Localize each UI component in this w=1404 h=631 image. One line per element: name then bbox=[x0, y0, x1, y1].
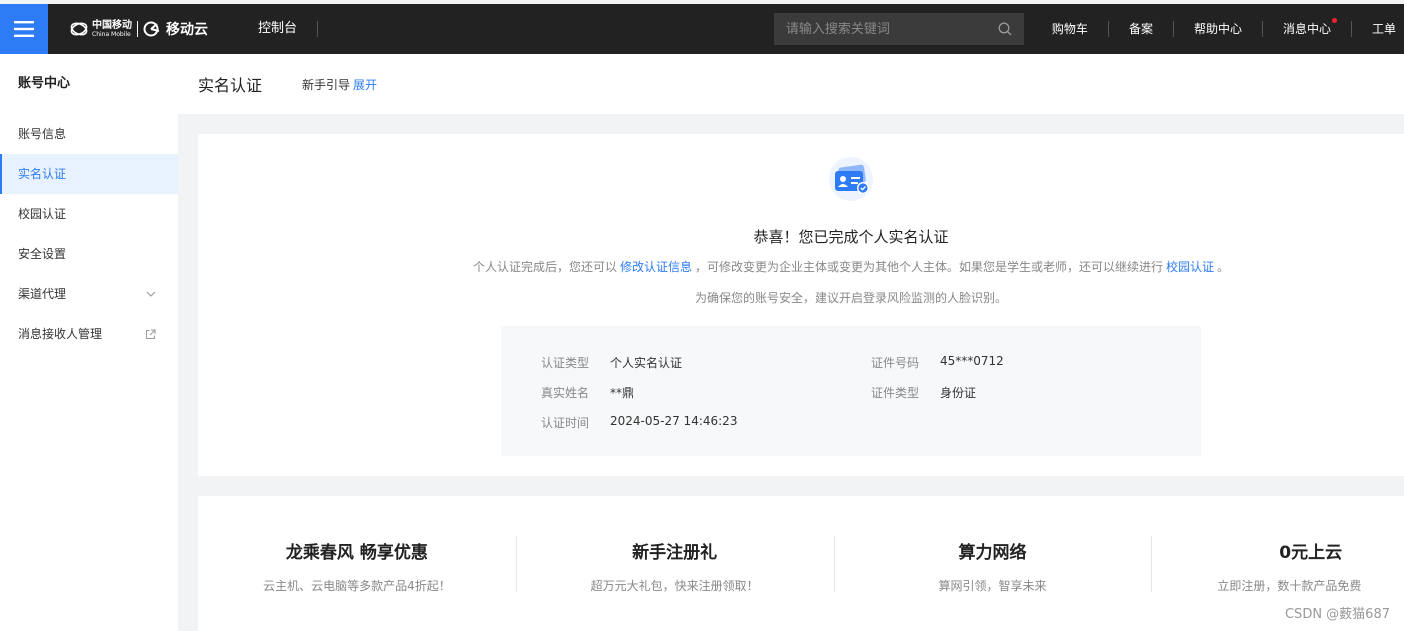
promo-banner: 龙乘春风 畅享优惠 云主机、云电脑等多款产品4折起！ 新手注册礼 超万元大礼包，… bbox=[198, 496, 1404, 631]
sidebar-item-label: 消息接收人管理 bbox=[18, 327, 103, 341]
auth-type-row: 认证类型 个人实名认证 bbox=[541, 354, 682, 371]
external-link-icon bbox=[146, 329, 156, 339]
promo-title: 龙乘春风 畅享优惠 bbox=[285, 543, 428, 563]
promo-subtitle: 立即注册，数十款产品免费 bbox=[1217, 579, 1362, 592]
promo-zero-cost-cloud[interactable]: 0元上云 立即注册，数十款产品免费 bbox=[1151, 536, 1404, 592]
id-type-label: 证件类型 bbox=[871, 386, 920, 400]
page-title: 实名认证 bbox=[198, 76, 263, 95]
mobile-cloud-logo-icon bbox=[143, 21, 160, 37]
auth-time-value: 2024-05-27 14:46:23 bbox=[610, 414, 738, 428]
search-box bbox=[773, 13, 1024, 45]
desc-text: ，可修改变更为企业主体或变更为其他个人主体。如果您是学生或老师，还可以继续进行 bbox=[694, 260, 1163, 274]
brand-name-cn: 中国移动 bbox=[92, 19, 132, 31]
promo-new-user-gift[interactable]: 新手注册礼 超万元大礼包，快来注册领取！ bbox=[515, 536, 834, 593]
sidebar-item-label: 安全设置 bbox=[18, 247, 67, 261]
id-type-value: 身份证 bbox=[940, 386, 977, 400]
product-name: 移动云 bbox=[166, 22, 208, 38]
sidebar-item-real-name-auth[interactable]: 实名认证 bbox=[0, 154, 178, 194]
auth-time-label: 认证时间 bbox=[541, 416, 590, 430]
security-tip: 为确保您的账号安全，建议开启登录风险监测的人脸识别。 bbox=[694, 291, 1007, 305]
brand-name-en: China Mobile bbox=[92, 30, 131, 38]
top-nav-links: 购物车 备案 帮助中心 消息中心 工单 bbox=[1032, 18, 1404, 37]
auth-type-value: 个人实名认证 bbox=[610, 356, 683, 370]
guide-expand-link[interactable]: 展开 bbox=[353, 78, 377, 92]
ticket-link[interactable]: 工单 bbox=[1352, 21, 1404, 37]
sidebar: 账号中心 账号信息 实名认证 校园认证 安全设置 渠道代理 消息接收人管理 bbox=[0, 54, 178, 631]
success-title: 恭喜！您已完成个人实名认证 bbox=[753, 228, 949, 246]
desc-text: 。 bbox=[1217, 260, 1230, 274]
guide-label: 新手引导 bbox=[302, 77, 351, 92]
message-center-label: 消息中心 bbox=[1282, 22, 1331, 36]
search-icon[interactable] bbox=[998, 22, 1012, 36]
sidebar-title: 账号中心 bbox=[18, 76, 71, 91]
filing-link[interactable]: 备案 bbox=[1109, 21, 1174, 37]
sidebar-item-label: 账号信息 bbox=[18, 127, 67, 141]
page-header: 实名认证 新手引导 展开 bbox=[178, 54, 1404, 114]
id-number-row: 证件号码 45***0712 bbox=[871, 354, 1004, 371]
sidebar-item-message-recipients[interactable]: 消息接收人管理 bbox=[0, 314, 178, 354]
chevron-down-icon bbox=[146, 291, 156, 297]
sidebar-item-campus-auth[interactable]: 校园认证 bbox=[0, 194, 178, 234]
auth-info-panel: 认证类型 个人实名认证 证件号码 45***0712 真实姓名 **鼎 证件类型… bbox=[501, 326, 1201, 456]
brand-divider bbox=[137, 21, 138, 37]
campus-auth-link[interactable]: 校园认证 bbox=[1166, 260, 1214, 274]
auth-time-row: 认证时间 2024-05-27 14:46:23 bbox=[541, 414, 737, 431]
beginner-guide: 新手引导 展开 bbox=[302, 76, 377, 93]
id-number-label: 证件号码 bbox=[871, 356, 920, 370]
console-link[interactable]: 控制台 bbox=[258, 21, 319, 37]
promo-title: 算力网络 bbox=[958, 543, 1027, 563]
sidebar-item-label: 实名认证 bbox=[18, 167, 67, 181]
unread-dot bbox=[1331, 18, 1337, 23]
message-center-link[interactable]: 消息中心 bbox=[1263, 18, 1352, 37]
watermark: CSDN @薮猫687 bbox=[1284, 607, 1390, 622]
id-card-verified-icon bbox=[829, 157, 873, 201]
promo-subtitle: 超万元大礼包，快来注册领取！ bbox=[590, 579, 759, 593]
china-mobile-logo-icon bbox=[70, 22, 88, 36]
promo-subtitle: 云主机、云电脑等多款产品4折起！ bbox=[263, 579, 451, 593]
desc-text: 个人认证完成后，您还可以 bbox=[472, 260, 617, 274]
hamburger-menu-button[interactable] bbox=[0, 4, 48, 54]
real-name-label: 真实姓名 bbox=[541, 386, 590, 400]
id-type-row: 证件类型 身份证 bbox=[871, 384, 976, 401]
id-number-value: 45***0712 bbox=[940, 354, 1004, 368]
promo-title: 0元上云 bbox=[1279, 543, 1343, 563]
real-name-value: **鼎 bbox=[610, 386, 635, 400]
sidebar-item-channel-agent[interactable]: 渠道代理 bbox=[0, 274, 178, 314]
auth-type-label: 认证类型 bbox=[541, 356, 590, 370]
promo-title: 新手注册礼 bbox=[632, 543, 718, 563]
verification-card: 恭喜！您已完成个人实名认证 个人认证完成后，您还可以 修改认证信息 ，可修改变更为企… bbox=[198, 134, 1404, 476]
cart-link[interactable]: 购物车 bbox=[1032, 21, 1109, 37]
sidebar-item-label: 校园认证 bbox=[18, 207, 67, 221]
top-navbar: 中国移动 China Mobile 移动云 控制台 购物车 备案 帮助中心 消息… bbox=[0, 4, 1404, 54]
post-auth-description: 个人认证完成后，您还可以 修改认证信息 ，可修改变更为企业主体或变更为其他个人主体。… bbox=[198, 258, 1404, 275]
search-input[interactable] bbox=[785, 21, 998, 37]
modify-auth-info-link[interactable]: 修改认证信息 bbox=[620, 260, 692, 274]
real-name-row: 真实姓名 **鼎 bbox=[541, 384, 634, 401]
sidebar-item-security-settings[interactable]: 安全设置 bbox=[0, 234, 178, 274]
sidebar-item-account-info[interactable]: 账号信息 bbox=[0, 114, 178, 154]
sidebar-item-label: 渠道代理 bbox=[18, 287, 67, 301]
brand-logo[interactable]: 中国移动 China Mobile 移动云 bbox=[70, 4, 208, 54]
promo-computing-network[interactable]: 算力网络 算网引领，智享未来 bbox=[833, 536, 1152, 593]
help-center-link[interactable]: 帮助中心 bbox=[1174, 21, 1263, 37]
promo-spring-discount[interactable]: 龙乘春风 畅享优惠 云主机、云电脑等多款产品4折起！ bbox=[198, 536, 516, 593]
hamburger-icon bbox=[14, 21, 34, 37]
promo-subtitle: 算网引领，智享未来 bbox=[938, 579, 1047, 593]
